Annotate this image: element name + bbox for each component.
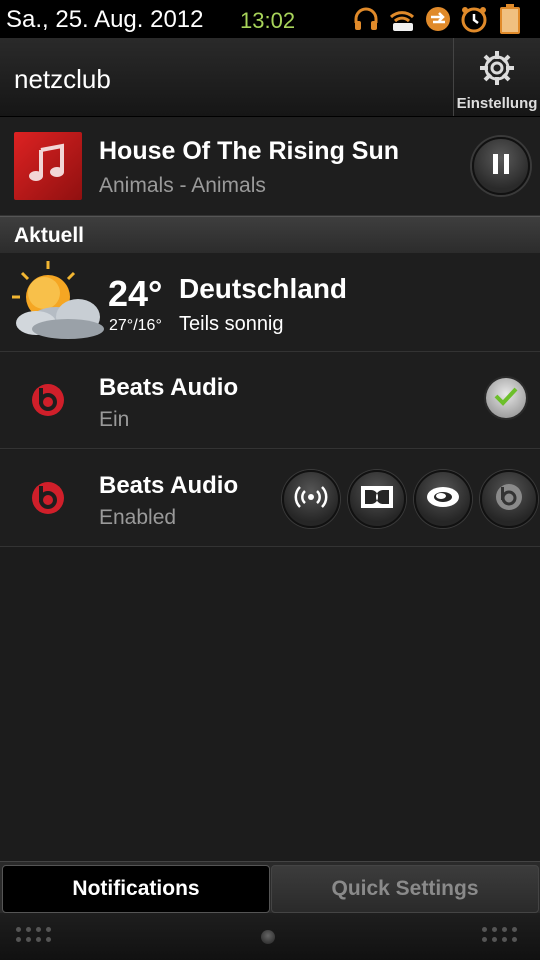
headphones-icon	[350, 3, 382, 35]
weather-condition: Teils sonnig	[179, 313, 284, 335]
beats-title: Beats Audio	[99, 472, 239, 499]
section-label: Aktuell	[14, 224, 85, 247]
album-art	[14, 132, 82, 200]
settings-label: Einstellung	[456, 95, 538, 112]
weather-widget[interactable]: 24° 27°/16° Deutschland Teils sonnig	[0, 253, 540, 352]
srs-icon	[425, 484, 461, 515]
gear-icon	[479, 50, 515, 91]
beats-audio-effects-notification[interactable]: Beats Audio Enabled	[0, 450, 540, 547]
wifi-icon	[386, 3, 418, 35]
grip-dots-left	[16, 927, 51, 942]
track-artist-album: Animals - Animals	[99, 174, 266, 197]
beats-audio-notification[interactable]: Beats Audio Ein	[0, 352, 540, 449]
alarm-icon	[458, 3, 490, 35]
handle-center-dot	[261, 930, 275, 944]
sync-icon	[422, 3, 454, 35]
pause-button[interactable]	[472, 137, 530, 195]
status-date: Sa., 25. Aug. 2012	[6, 6, 204, 33]
tab-bar: Notifications Quick Settings	[0, 861, 540, 914]
tab-quick-settings[interactable]: Quick Settings	[271, 865, 539, 913]
dolby-icon	[360, 485, 394, 514]
music-notification[interactable]: House Of The Rising Sun Animals - Animal…	[0, 117, 540, 216]
grip-dots-right	[482, 927, 517, 942]
beats-status: Ein	[99, 408, 130, 431]
srs-button[interactable]	[414, 470, 472, 528]
beats-effect-button[interactable]	[480, 470, 538, 528]
partly-sunny-icon	[8, 259, 108, 350]
notification-header: netzclub Einstellung	[0, 38, 540, 117]
beats-icon	[494, 482, 524, 517]
empty-notification-area	[0, 547, 540, 861]
audio-effects-group	[282, 470, 538, 528]
tab-notifications[interactable]: Notifications	[2, 865, 270, 913]
track-title: House Of The Rising Sun	[99, 137, 400, 165]
check-icon	[493, 385, 519, 412]
beats-toggle-checkbox[interactable]	[486, 378, 526, 418]
music-note-icon	[26, 142, 70, 191]
settings-button[interactable]: Einstellung	[453, 38, 540, 116]
drawer-handle[interactable]	[0, 913, 540, 960]
section-header: Aktuell	[0, 216, 540, 254]
weather-location: Deutschland	[179, 273, 348, 304]
beats-status: Enabled	[99, 506, 177, 529]
surround-button[interactable]	[282, 470, 340, 528]
beats-title: Beats Audio	[99, 374, 239, 401]
pause-icon	[491, 152, 511, 181]
status-time: 13:02	[240, 8, 296, 33]
beats-icon	[30, 382, 66, 423]
battery-icon	[494, 3, 526, 35]
beats-icon	[30, 480, 66, 521]
status-bar: Sa., 25. Aug. 2012 13:02	[0, 0, 540, 38]
weather-temperature: 24°	[108, 273, 163, 314]
status-icons	[350, 3, 526, 35]
carrier-name: netzclub	[14, 64, 111, 94]
surround-icon	[293, 485, 329, 514]
weather-range: 27°/16°	[109, 317, 162, 334]
dolby-button[interactable]	[348, 470, 406, 528]
